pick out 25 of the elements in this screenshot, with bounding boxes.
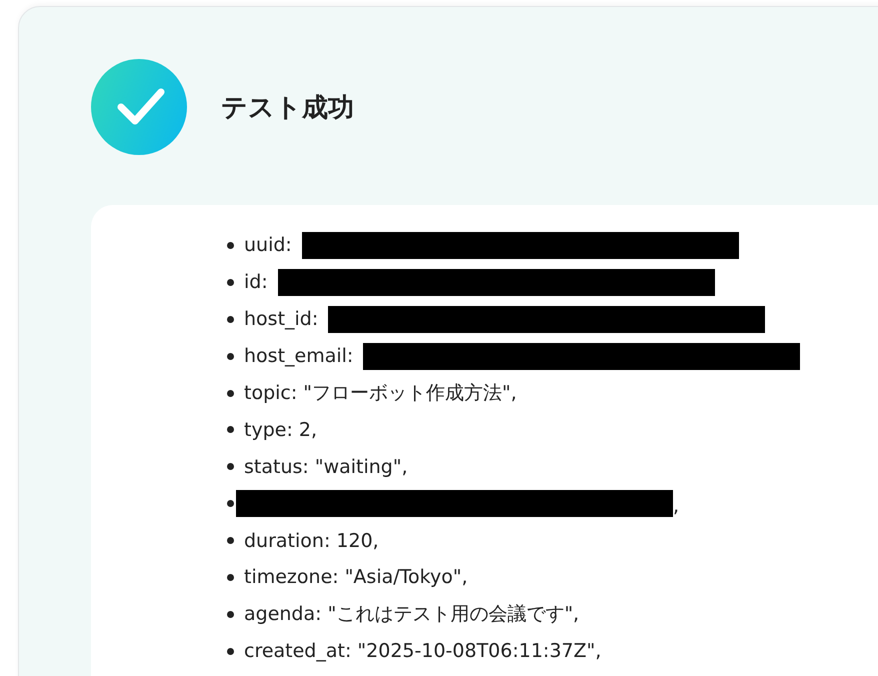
field-text: status: "waiting", <box>244 456 408 478</box>
field-text: topic: "フローボット作成方法", <box>244 381 517 406</box>
bullet-icon <box>227 537 234 544</box>
bullet-icon <box>227 390 234 396</box>
field-text: duration: 120, <box>244 530 379 552</box>
field-text: agenda: "これはテスト用の会議です", <box>244 602 580 628</box>
field-text: created_at: "2025-10-08T06:11:37Z", <box>244 640 602 662</box>
field-label: host_id: <box>244 308 318 330</box>
bullet-icon <box>227 278 234 286</box>
bullet-icon <box>227 316 234 323</box>
field-label: uuid: <box>244 234 292 256</box>
bullet-icon <box>227 610 234 618</box>
bullet-icon <box>227 500 234 508</box>
field-label: host_email: <box>244 345 354 368</box>
bullet-icon <box>227 426 234 434</box>
field-text: , <box>673 495 680 518</box>
bullet-icon <box>227 574 234 581</box>
field-label: id: <box>244 271 268 294</box>
bullet-icon <box>227 648 234 655</box>
result-title: テスト成功 <box>221 92 354 124</box>
field-text: type: 2, <box>244 418 318 441</box>
bullet-icon <box>227 242 234 249</box>
bullet-icon <box>227 352 234 360</box>
bullet-icon <box>227 463 234 470</box>
field-text: timezone: "Asia/Tokyo", <box>244 566 468 588</box>
